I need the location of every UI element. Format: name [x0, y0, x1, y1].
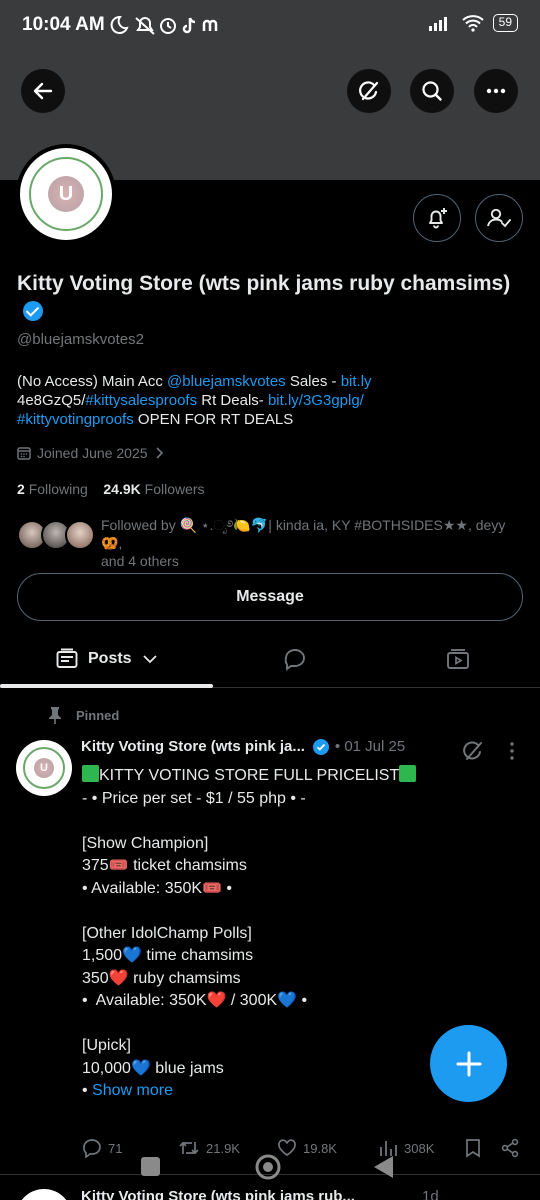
post-author-name[interactable]: Kitty Voting Store (wts pink ja...	[81, 738, 305, 755]
followed-by-avatars[interactable]	[17, 520, 97, 552]
followed-by-prefix: Followed by	[101, 517, 180, 533]
avatar-ring: U	[29, 157, 103, 231]
post-header: Kitty Voting Store (wts pink ja... • 01 …	[81, 738, 471, 755]
joined-text: Joined June 2025	[37, 445, 148, 461]
post-title: KITTY VOTING STORE FULL PRICELIST	[99, 767, 400, 784]
tab-posts[interactable]: Posts	[56, 630, 158, 688]
profile-avatar[interactable]: U	[16, 144, 116, 244]
following-count: 2	[17, 481, 25, 497]
bio-text: (No Access) Main Acc	[17, 373, 168, 390]
verified-badge-icon[interactable]	[23, 301, 43, 321]
pinned-label: Pinned	[48, 706, 119, 724]
profile-bio: (No Access) Main Acc @bluejamskvotes Sal…	[17, 372, 523, 429]
plus-icon	[456, 1051, 481, 1076]
chevron-down-icon	[142, 655, 157, 664]
verified-badge-icon[interactable]	[312, 738, 329, 755]
notifications-button[interactable]	[413, 194, 461, 242]
profile-tabs: Posts	[0, 630, 540, 688]
more-icon	[486, 88, 506, 94]
follow-counts: 2 Following 24.9K Followers	[17, 481, 205, 497]
bio-text: Rt Deals-	[197, 392, 268, 409]
followers-link[interactable]: 24.9K Followers	[103, 481, 204, 497]
tab-replies[interactable]	[282, 630, 308, 688]
followers-count: 24.9K	[103, 481, 141, 497]
posts-icon	[56, 648, 78, 668]
tab-media[interactable]	[446, 630, 470, 688]
status-bar: 10:04 AM 59	[0, 0, 540, 54]
followers-label: Followers	[144, 481, 205, 497]
status-time: 10:04 AM	[22, 14, 105, 35]
pinned-text: Pinned	[76, 707, 120, 723]
post-more-button[interactable]	[505, 740, 519, 767]
media-icon	[447, 649, 469, 669]
back-nav-button[interactable]	[374, 1156, 393, 1178]
bio-text: OPEN FOR RT DEALS	[133, 411, 294, 428]
status-icons	[108, 14, 228, 41]
profile-handle: @bluejamskvotes2	[17, 331, 144, 348]
active-tab-indicator	[0, 684, 213, 688]
grok-icon	[463, 741, 482, 760]
compose-button[interactable]	[430, 1025, 507, 1102]
green-square-emoji	[82, 765, 99, 782]
search-button[interactable]	[410, 69, 454, 113]
search-icon	[422, 81, 442, 101]
following-link[interactable]: 2 Following	[17, 481, 88, 497]
pin-icon	[49, 707, 61, 724]
following-button[interactable]	[475, 194, 523, 242]
bio-text: 4e8GzQ5/	[17, 392, 86, 409]
profile-display-name: Kitty Voting Store (wts pink jams ruby c…	[17, 270, 517, 326]
avatar-logo: U	[48, 176, 84, 212]
grok-icon	[359, 81, 379, 101]
back-button[interactable]	[21, 69, 65, 113]
grok-button[interactable]	[347, 69, 391, 113]
joined-date[interactable]: Joined June 2025	[17, 445, 166, 461]
followed-by-suffix: and 4 others	[101, 553, 179, 569]
bell-plus-icon	[429, 208, 447, 229]
avatar-logo: U	[34, 758, 54, 778]
show-more-link[interactable]: Show more	[92, 1082, 173, 1099]
tab-posts-label: Posts	[88, 650, 132, 667]
followed-by-text[interactable]: Followed by 🍭 ⋆.ೃ࿔🍋🐬| kinda ia, KY #BOTH…	[101, 516, 527, 570]
chevron-right-icon	[155, 447, 163, 459]
green-square-emoji	[399, 765, 417, 782]
avatar-inner: U	[20, 148, 112, 240]
replies-icon	[284, 649, 305, 671]
post-body-text: - • Price per set - $1 / 55 php • - [Sho…	[82, 789, 308, 1100]
system-nav-bar	[0, 1140, 540, 1200]
battery-indicator: 59	[492, 14, 518, 32]
bio-text: Sales -	[285, 373, 341, 390]
wifi-icon	[461, 15, 484, 32]
calendar-icon	[17, 447, 31, 460]
status-right: 59	[427, 14, 518, 32]
post-time[interactable]: • 01 Jul 25	[335, 738, 405, 755]
bio-url-link[interactable]: bit.ly/3G3gplg/	[268, 392, 364, 409]
vertical-more-icon	[510, 742, 514, 760]
signal-icon	[428, 17, 447, 31]
bio-hashtag-link[interactable]: #kittyvotingproofs	[17, 411, 134, 428]
post-grok-button[interactable]	[461, 739, 485, 768]
nav-buttons	[141, 1154, 393, 1180]
notification-icons	[110, 15, 218, 35]
person-check-icon	[487, 208, 511, 228]
bio-url-link[interactable]: bit.ly	[341, 373, 372, 390]
message-button[interactable]: Message	[17, 573, 523, 621]
bio-mention-link[interactable]: @bluejamskvotes	[167, 373, 286, 390]
back-arrow-icon	[33, 82, 53, 100]
more-button[interactable]	[474, 69, 518, 113]
recents-button[interactable]	[141, 1157, 160, 1176]
display-name-text: Kitty Voting Store (wts pink jams ruby c…	[17, 272, 511, 295]
following-label: Following	[28, 481, 88, 497]
bio-hashtag-link[interactable]: #kittysalesproofs	[85, 392, 197, 409]
post-author-avatar[interactable]: U	[16, 740, 72, 796]
avatar-ring: U	[23, 747, 65, 789]
avatar	[65, 520, 95, 550]
